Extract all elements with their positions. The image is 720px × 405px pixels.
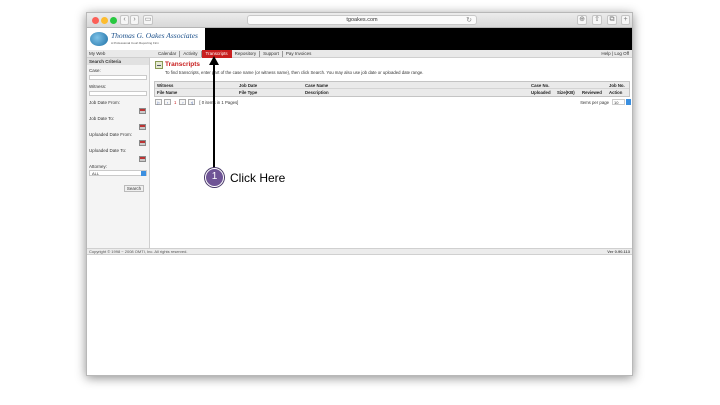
search-button[interactable]: Search <box>124 185 144 192</box>
items-per-page-label: Items per page <box>580 99 609 105</box>
attorney-label: Attorney: <box>89 164 108 169</box>
transcripts-panel: Transcripts To find transcripts, enter p… <box>153 58 632 248</box>
next-page-button[interactable]: › <box>179 99 187 105</box>
address-bar[interactable]: tgoakes.com ↻ <box>247 15 477 25</box>
first-page-button[interactable]: |‹ <box>155 99 162 105</box>
site-banner: Thomas G. Oakes Associates A Professiona… <box>87 28 632 50</box>
col-blank-1 <box>555 82 580 88</box>
search-sidebar: Search Criteria Case: Witness: Job Date … <box>87 58 150 248</box>
new-tab-button[interactable]: + <box>621 15 630 25</box>
page-title: Transcripts <box>165 61 201 68</box>
step-instruction-text: Click Here <box>230 171 286 185</box>
job-date-from-label: Job Date From: <box>89 100 121 105</box>
attorney-value: ALL <box>92 171 100 176</box>
dropdown-arrow-icon[interactable] <box>141 171 146 176</box>
uploaded-date-to-calendar-icon[interactable] <box>139 156 146 162</box>
col-uploaded[interactable]: Uploaded <box>529 89 555 96</box>
search-criteria-heading: Search Criteria <box>87 58 149 65</box>
col-file-name[interactable]: File Name <box>155 89 237 96</box>
witness-label: Witness: <box>89 84 107 89</box>
col-case-name[interactable]: Case Name <box>303 82 529 88</box>
brand-name: Thomas G. Oakes Associates <box>111 31 198 40</box>
copyright-text: Copyright © 1998 ~ 2008 OMTI, Inc. All r… <box>89 249 188 254</box>
step-number-badge: 1 <box>205 168 224 187</box>
uploaded-date-from-label: Uploaded Date From: <box>89 132 133 137</box>
globe-icon <box>90 32 108 46</box>
items-per-page: Items per page 10 <box>580 99 631 105</box>
transcripts-table: Witness Job Date Case Name Case No. Job … <box>154 81 630 97</box>
brand-tagline: A Professional Court Reporting Firm <box>111 41 160 45</box>
col-reviewed[interactable]: Reviewed <box>580 89 607 96</box>
download-icon[interactable]: ⊕ <box>577 15 587 25</box>
tab-repository[interactable]: Repository <box>232 51 261 57</box>
tab-pay-invoices[interactable]: Pay Invoices <box>283 51 315 57</box>
share-icon[interactable]: ⇧ <box>592 15 602 25</box>
minimize-window-button[interactable] <box>101 17 108 24</box>
help-logoff-links[interactable]: Help | Log Off <box>601 50 629 58</box>
transcript-document-icon <box>155 61 163 69</box>
pager-info: [ 0 items in 1 Pages] <box>199 99 239 105</box>
table-header-row-1: Witness Job Date Case Name Case No. Job … <box>155 82 629 89</box>
current-page[interactable]: 1 <box>174 100 176 105</box>
col-case-no[interactable]: Case No. <box>529 82 555 88</box>
items-per-page-select[interactable]: 10 <box>612 99 625 105</box>
job-date-from-calendar-icon[interactable] <box>139 108 146 114</box>
uploaded-date-to-label: Uploaded Date To: <box>89 148 127 153</box>
close-window-button[interactable] <box>92 17 99 24</box>
browser-titlebar: ‹ › ▭ tgoakes.com ↻ ⊕ ⇧ ⧉ + <box>87 13 632 28</box>
table-header-row-2: File Name File Type Description Uploaded… <box>155 89 629 96</box>
prev-page-button[interactable]: ‹ <box>164 99 171 105</box>
forward-button[interactable]: › <box>130 15 139 25</box>
col-action: Action <box>609 90 623 95</box>
col-size[interactable]: Size(KB) <box>555 89 580 96</box>
col-job-no[interactable]: Job No. <box>607 82 629 88</box>
sidebar-toggle-icon[interactable]: ▭ <box>143 15 153 25</box>
attorney-select[interactable]: ALL <box>89 170 147 176</box>
maximize-window-button[interactable] <box>110 17 117 24</box>
case-input[interactable] <box>89 75 147 80</box>
back-button[interactable]: ‹ <box>120 15 129 25</box>
logo[interactable]: Thomas G. Oakes Associates A Professiona… <box>87 28 205 50</box>
version-text: Ver 0.90.113 <box>607 249 630 254</box>
nav-tabs: Calendar Activity Transcripts Repository… <box>155 50 314 58</box>
annotation-arrow-line <box>213 63 215 168</box>
reload-icon[interactable]: ↻ <box>466 16 472 25</box>
col-job-date[interactable]: Job Date <box>237 82 303 88</box>
url-text: tgoakes.com <box>346 17 378 23</box>
col-file-type[interactable]: File Type <box>237 89 303 96</box>
tab-calendar[interactable]: Calendar <box>155 51 181 57</box>
browser-window: ‹ › ▭ tgoakes.com ↻ ⊕ ⇧ ⧉ + Thomas G. Oa… <box>86 12 633 376</box>
case-label: Case: <box>89 68 101 73</box>
last-page-button[interactable]: ›| <box>188 99 196 105</box>
nav-myweb-link[interactable]: My Web <box>89 50 105 58</box>
job-date-to-label: Job Date To: <box>89 116 115 121</box>
dropdown-arrow-icon[interactable] <box>626 99 631 105</box>
search-instructions: To find transcripts, enter part of the c… <box>165 70 424 75</box>
tab-support[interactable]: Support <box>260 51 283 57</box>
main-nav: My Web Calendar Activity Transcripts Rep… <box>87 50 632 58</box>
col-blank-2 <box>580 82 607 88</box>
pager: |‹ ‹ 1 › ›| [ 0 items in 1 Pages] <box>155 99 238 105</box>
col-witness[interactable]: Witness <box>155 82 237 88</box>
page-footer: Copyright © 1998 ~ 2008 OMTI, Inc. All r… <box>87 248 632 255</box>
col-description[interactable]: Description <box>303 89 529 96</box>
job-date-to-calendar-icon[interactable] <box>139 124 146 130</box>
tab-activity[interactable]: Activity <box>180 51 202 57</box>
uploaded-date-from-calendar-icon[interactable] <box>139 140 146 146</box>
witness-input[interactable] <box>89 91 147 96</box>
tabs-icon[interactable]: ⧉ <box>607 15 617 25</box>
